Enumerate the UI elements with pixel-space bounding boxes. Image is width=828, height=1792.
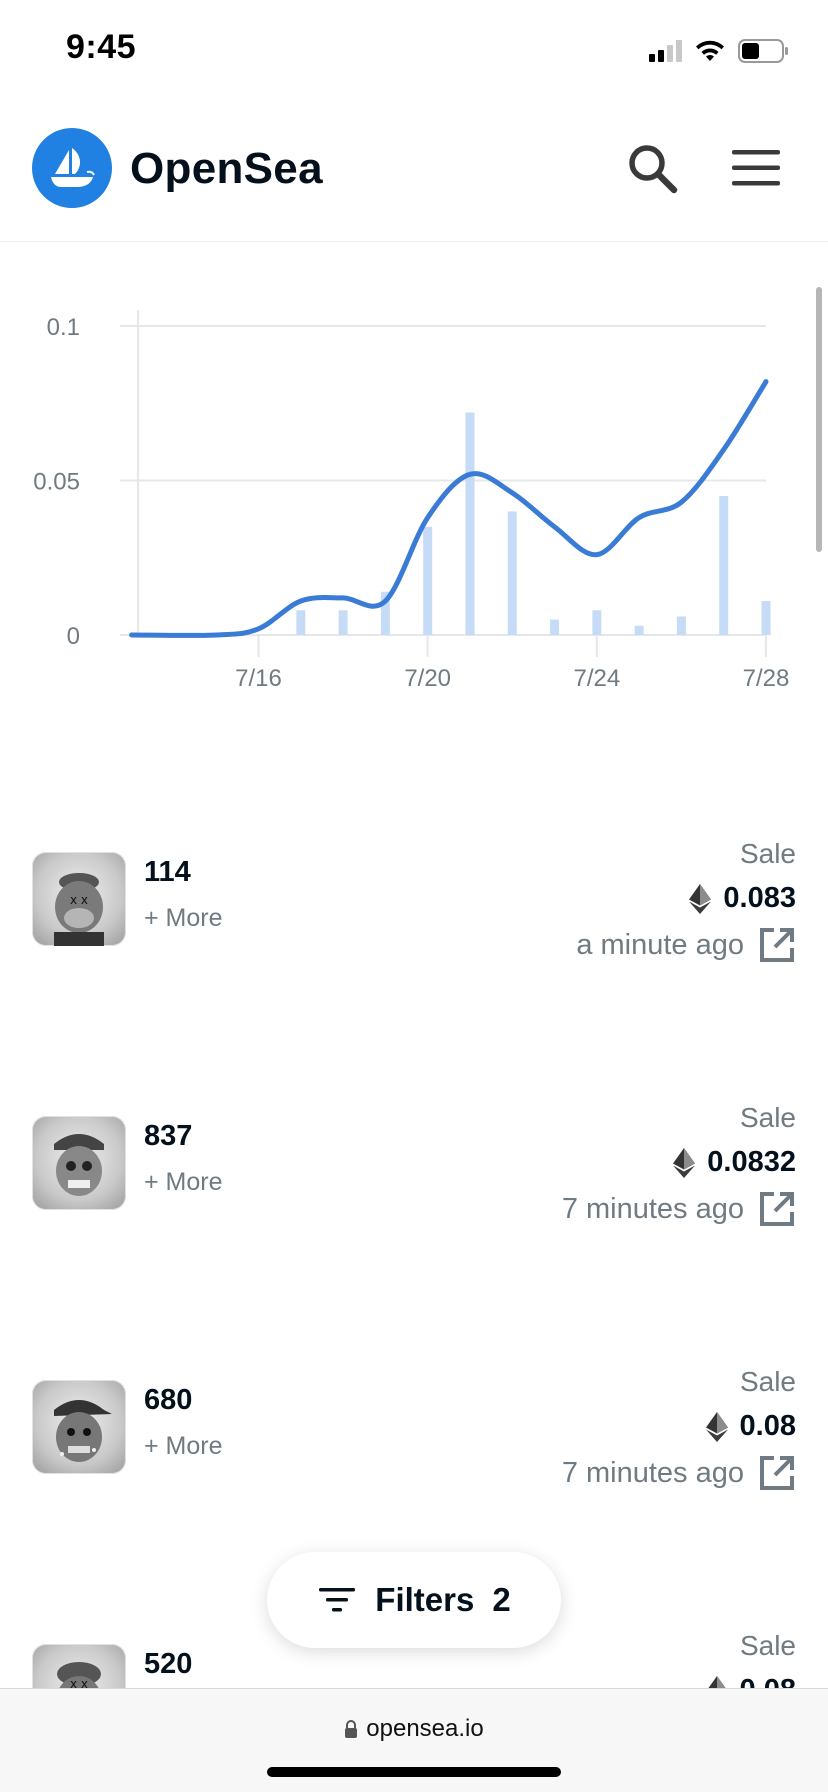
- price-history-chart: 0 0.05 0.1 7/16 7/20 7/24 7/28: [0, 280, 828, 700]
- event-type: Sale: [739, 1630, 796, 1661]
- volume-bar: [676, 616, 686, 635]
- volume-bar: [338, 610, 348, 635]
- price-value: 0.0832: [707, 1146, 796, 1178]
- external-link-icon[interactable]: [758, 926, 796, 964]
- token-id[interactable]: 114: [144, 856, 191, 889]
- event-type: Sale: [739, 1366, 796, 1397]
- volume-bar: [592, 610, 602, 635]
- volume-bar: [296, 610, 306, 635]
- battery-icon: [738, 39, 788, 63]
- opensea-logo-icon[interactable]: [32, 128, 112, 208]
- x-tick-label: 7/16: [235, 665, 282, 692]
- price-line: [129, 379, 769, 638]
- cellular-signal-icon: [649, 40, 682, 62]
- price-value: 0.083: [723, 882, 796, 914]
- filter-icon: [319, 1588, 356, 1612]
- external-link-icon[interactable]: [758, 1454, 796, 1492]
- ethereum-icon: [673, 1147, 696, 1178]
- sale-price: 0.0832: [673, 1146, 796, 1179]
- token-id[interactable]: 680: [144, 1384, 192, 1417]
- nft-thumbnail[interactable]: [32, 1116, 126, 1210]
- event-type: Sale: [739, 1102, 796, 1133]
- svg-text:x x: x x: [70, 893, 88, 907]
- sale-row[interactable]: 680 + More Sale 0.08 7 minutes ago: [0, 1366, 828, 1504]
- x-tick-label: 7/24: [573, 665, 620, 692]
- volume-bar: [465, 412, 475, 635]
- time-row: 7 minutes ago: [562, 1190, 796, 1228]
- time-ago: a minute ago: [576, 928, 744, 961]
- lock-icon: [345, 1720, 358, 1738]
- token-id[interactable]: 520: [144, 1648, 192, 1681]
- chart-svg: 0 0.05 0.1 7/16 7/20 7/24 7/28: [33, 310, 790, 692]
- volume-bar: [550, 619, 560, 635]
- sale-row[interactable]: 837 + More Sale 0.0832 7 minutes ago: [0, 1102, 828, 1240]
- time-row: 7 minutes ago: [562, 1454, 796, 1492]
- status-time: 9:45: [66, 28, 137, 66]
- site-header: OpenSea: [0, 110, 828, 242]
- time-ago: 7 minutes ago: [561, 1192, 744, 1225]
- sale-price: 0.08: [705, 1410, 796, 1443]
- sale-price: 0.083: [689, 882, 796, 915]
- more-link[interactable]: + More: [144, 904, 223, 933]
- opensea-activity-page: 9:45 OpenSea 0 0.05 0.1 7/16 7/20 7/24 7…: [0, 0, 828, 1792]
- price-value: 0.08: [739, 1410, 796, 1442]
- x-tick-label: 7/28: [743, 665, 790, 692]
- external-link-icon[interactable]: [758, 1190, 796, 1228]
- brand-name[interactable]: OpenSea: [130, 144, 323, 194]
- volume-bar: [761, 601, 771, 635]
- event-type: Sale: [739, 838, 796, 869]
- sale-row[interactable]: x x 114 + More Sale 0.083 a minute ago: [0, 838, 828, 976]
- filters-label: Filters: [375, 1581, 475, 1618]
- token-id[interactable]: 837: [144, 1120, 192, 1153]
- nft-thumbnail[interactable]: [32, 1380, 126, 1474]
- time-row: a minute ago: [576, 926, 796, 964]
- search-icon[interactable]: [624, 140, 680, 196]
- more-link[interactable]: + More: [144, 1432, 223, 1461]
- wifi-icon: [696, 40, 724, 61]
- time-ago: 7 minutes ago: [561, 1456, 744, 1489]
- filters-count: 2: [492, 1581, 511, 1618]
- nft-thumbnail[interactable]: x x: [32, 852, 126, 946]
- more-link[interactable]: + More: [144, 1168, 223, 1197]
- y-tick-label: 0: [67, 623, 80, 650]
- ethereum-icon: [705, 1411, 728, 1442]
- scrollbar-thumb[interactable]: [816, 287, 822, 552]
- url-text: opensea.io: [366, 1715, 484, 1742]
- y-tick-label: 0.1: [47, 314, 80, 341]
- ethereum-icon: [689, 883, 712, 914]
- browser-url-bar[interactable]: opensea.io: [0, 1688, 828, 1792]
- volume-bar: [423, 526, 433, 635]
- url-display[interactable]: opensea.io: [0, 1715, 828, 1743]
- status-icons: [649, 36, 790, 66]
- volume-bar: [507, 511, 517, 635]
- y-tick-label: 0.05: [33, 469, 80, 496]
- volume-bar: [634, 625, 644, 635]
- volume-bar: [719, 495, 729, 635]
- home-indicator: [267, 1767, 561, 1777]
- status-bar: 9:45: [0, 0, 828, 100]
- x-tick-label: 7/20: [404, 665, 451, 692]
- filters-button[interactable]: Filters 2: [267, 1552, 561, 1648]
- hamburger-menu-icon[interactable]: [728, 146, 784, 190]
